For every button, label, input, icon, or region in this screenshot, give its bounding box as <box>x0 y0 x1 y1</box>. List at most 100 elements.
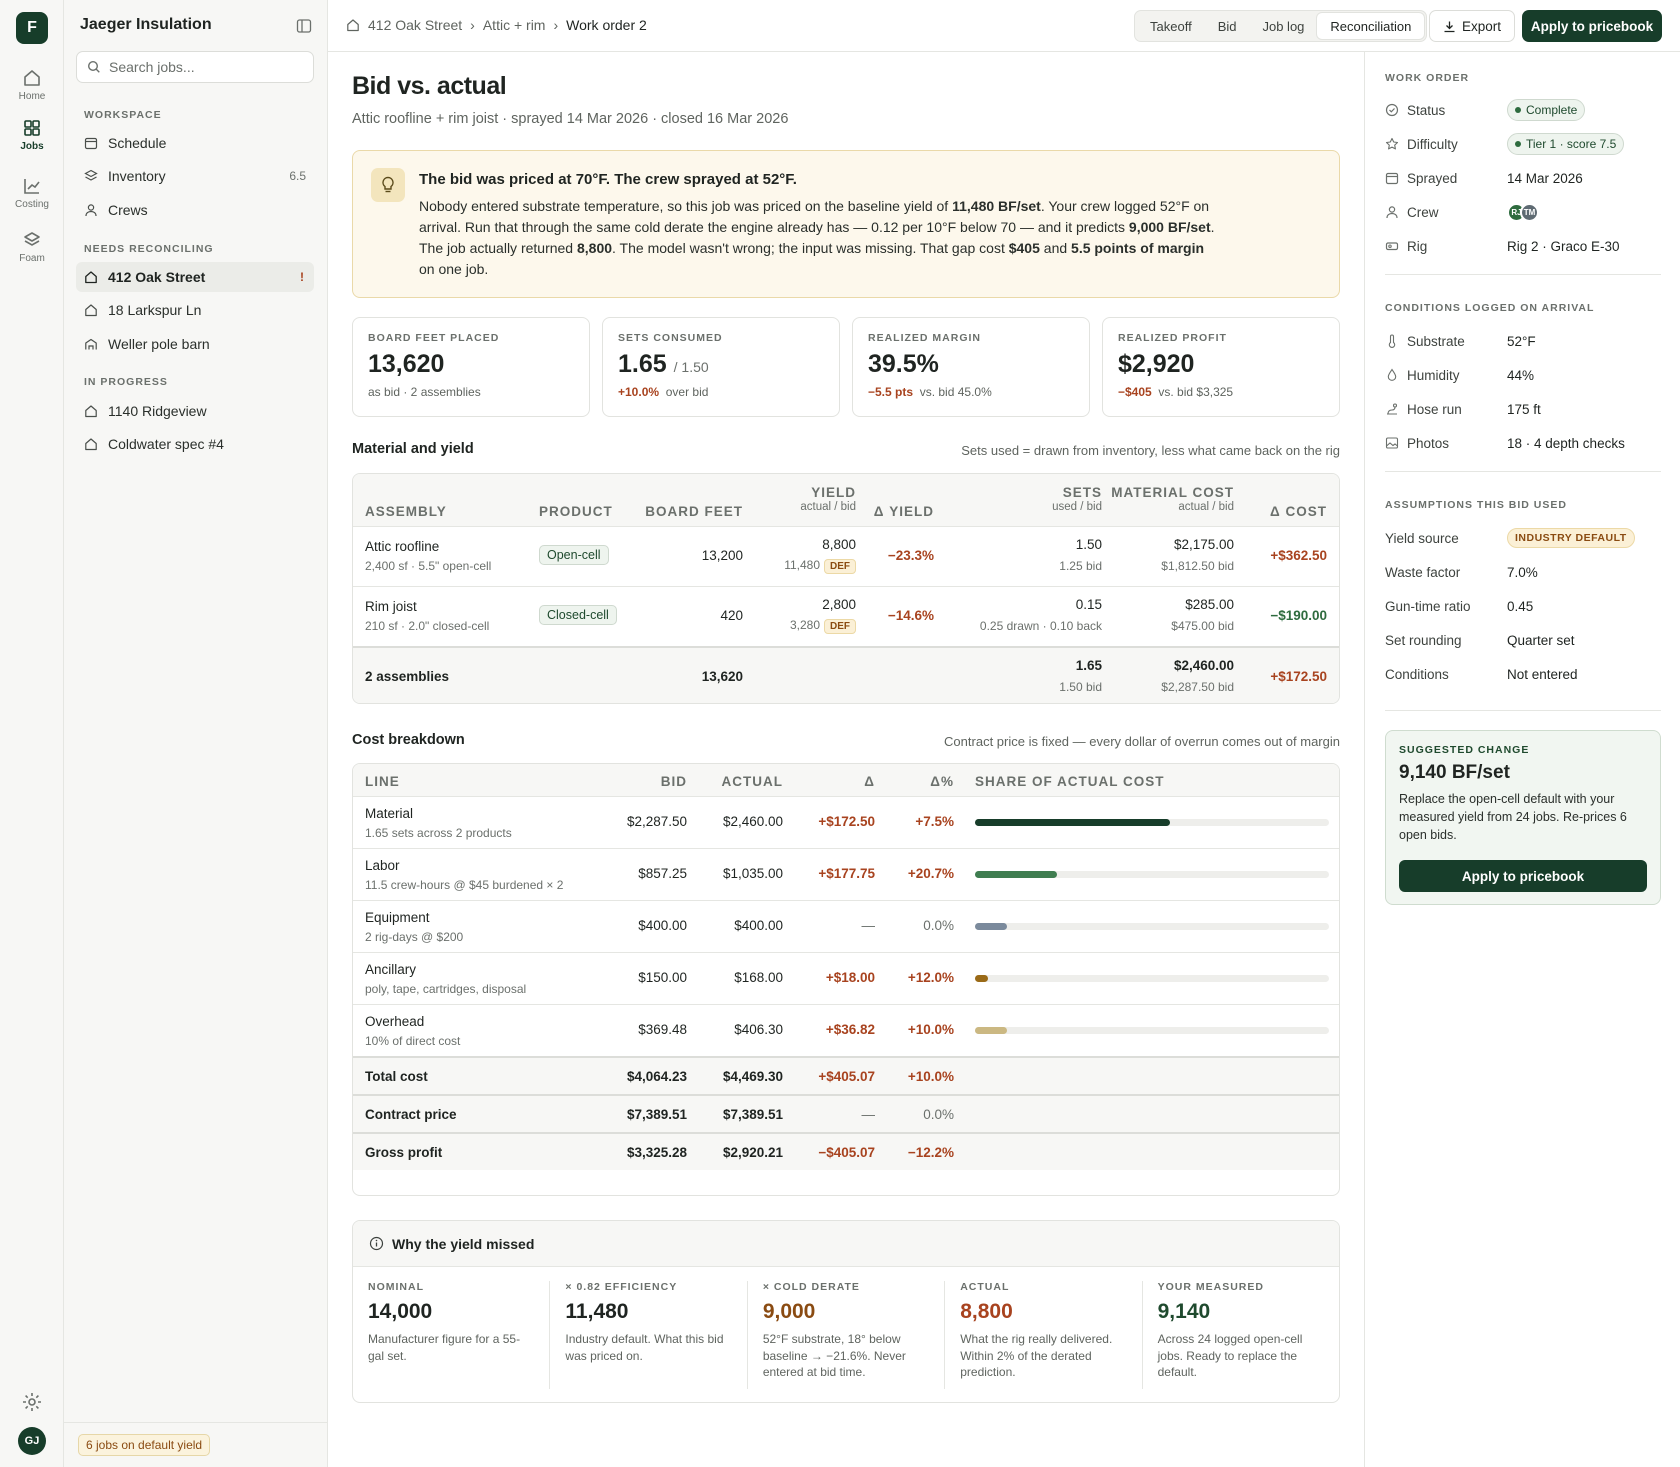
breadcrumb-scope[interactable]: Attic + rim <box>483 17 546 33</box>
table-row[interactable]: Labor 11.5 crew-hours @ $45 burdened × 2 $… <box>353 848 1339 900</box>
kpi-delta: +10.0% <box>618 385 660 399</box>
yield-bid: 3,280 <box>789 618 820 632</box>
waste-value: 7.0% <box>1507 564 1538 580</box>
sidebar-item-weller-pole-barn[interactable]: Weller pole barn <box>76 329 314 359</box>
chevron-right-icon: › <box>553 17 559 33</box>
actual-value: $400.00 <box>734 918 783 933</box>
sidebar-item-label: Schedule <box>108 135 167 151</box>
actual-value: $168.00 <box>734 970 783 985</box>
material-table: ASSEMBLY PRODUCT BOARD FEET YIELD actual… <box>352 473 1340 704</box>
hose-icon <box>1387 403 1398 415</box>
rail-jobs[interactable]: Jobs <box>0 118 64 152</box>
divider <box>1385 471 1661 472</box>
assembly-name: Rim joist <box>365 599 417 614</box>
yield-source-key: Yield source <box>1385 530 1459 546</box>
conditions-key: Conditions <box>1385 666 1449 682</box>
total-delta: +$405.07 <box>818 1069 875 1084</box>
table-row[interactable]: Rim joist 210 sf · 2.0" closed-cell Clos… <box>353 586 1339 646</box>
sidebar-item-label: 412 Oak Street <box>108 269 206 285</box>
yield-step-desc: Industry default. What this bid was pric… <box>565 1332 724 1363</box>
yield-step-label: × 0.82 EFFICIENCY <box>565 1281 678 1293</box>
inventory-count: 6.5 <box>289 169 306 183</box>
total-actual: $4,469.30 <box>722 1069 783 1084</box>
rail-costing-label: Costing <box>15 199 49 210</box>
col-actual: ACTUAL <box>721 774 783 789</box>
suggested-change-value: 9,140 BF/set <box>1399 762 1510 783</box>
export-button[interactable]: Export <box>1429 10 1515 42</box>
yield-waterfall: Why the yield missed NOMINAL 14,000 Manufa… <box>352 1220 1340 1403</box>
sidebar-item-schedule[interactable]: Schedule <box>76 128 314 158</box>
sets-used: 0.15 <box>1075 597 1102 612</box>
cost-table: LINE BID ACTUAL Δ Δ% SHARE OF ACTUAL COS… <box>352 763 1340 1196</box>
yield-step-label: ACTUAL <box>960 1281 1010 1293</box>
total-pct: +10.0% <box>907 1069 954 1084</box>
search-box[interactable] <box>76 51 314 83</box>
breadcrumb-current: Work order 2 <box>566 17 647 33</box>
in-progress-section-label: IN PROGRESS <box>84 376 168 388</box>
sidebar-item-18-larkspur[interactable]: 18 Larkspur Ln <box>76 295 314 325</box>
table-row[interactable]: Equipment 2 rig-days @ $200 $400.00 $400.00… <box>353 900 1339 952</box>
tab-bid[interactable]: Bid <box>1205 13 1250 39</box>
callout-text: . The model wasn't wrong; the input was … <box>612 240 1009 256</box>
sidebar-item-412-oak-street[interactable]: 412 Oak Street ! <box>76 262 314 292</box>
yield-waterfall-header: Why the yield missed <box>353 1221 1339 1267</box>
table-row[interactable]: Attic roofline 2,400 sf · 5.5" open-cell… <box>353 526 1339 586</box>
line-name: Ancillary <box>365 962 417 977</box>
yield-step-value: 14,000 <box>368 1300 433 1323</box>
kpi-sub: vs. bid 45.0% <box>919 385 992 399</box>
default-yield-badge[interactable]: 6 jobs on default yield <box>78 1434 211 1456</box>
table-row[interactable]: Material 1.65 sets across 2 products $2,28… <box>353 796 1339 848</box>
sidebar-item-1140-ridgeview[interactable]: 1140 Ridgeview <box>76 396 314 426</box>
person-icon <box>1386 206 1398 219</box>
user-avatar[interactable]: GJ <box>18 1427 46 1455</box>
kpi-delta: −5.5 pts <box>868 385 914 399</box>
image-icon <box>1385 437 1399 449</box>
breadcrumb-job[interactable]: 412 Oak Street <box>368 17 462 33</box>
share-bar-fill <box>975 819 1170 826</box>
collapse-sidebar-icon[interactable] <box>296 18 312 34</box>
house-icon <box>347 19 359 32</box>
waste-key: Waste factor <box>1385 564 1461 580</box>
tab-takeoff[interactable]: Takeoff <box>1137 13 1205 39</box>
yield-step-value: 9,000 <box>762 1300 816 1323</box>
assembly-detail: 2,400 sf · 5.5" open-cell <box>365 559 492 573</box>
yield-step-desc: What the rig really delivered. Within 2%… <box>960 1332 1113 1379</box>
share-bar-fill <box>975 1027 1008 1034</box>
col-sets: SETS <box>1062 485 1102 500</box>
table-row[interactable]: Ancillary poly, tape, cartridges, disposa… <box>353 952 1339 1004</box>
delta-pct: 0.0% <box>923 918 954 933</box>
delta-pct: +20.7% <box>907 866 954 881</box>
photos-value: 18 · 4 depth checks <box>1507 435 1625 451</box>
apply-to-pricebook-button[interactable]: Apply to pricebook <box>1522 10 1662 42</box>
difficulty-key: Difficulty <box>1407 136 1458 152</box>
tab-job-log[interactable]: Job log <box>1249 13 1317 39</box>
rail-home-label: Home <box>18 91 46 102</box>
rail-home[interactable]: Home <box>0 68 64 102</box>
sidebar-item-crews[interactable]: Crews <box>76 195 314 225</box>
yield-bid: 11,480 <box>784 558 820 572</box>
delta-pct: +7.5% <box>915 814 954 829</box>
table-row[interactable]: Overhead 10% of direct cost $369.48 $406.30… <box>353 1004 1339 1056</box>
total-sets-used: 1.65 <box>1075 658 1102 673</box>
foam-icon <box>24 232 40 246</box>
app-logo[interactable]: F <box>16 12 48 44</box>
rail-costing[interactable]: Costing <box>0 176 64 210</box>
search-input[interactable] <box>109 59 299 75</box>
callout-text: Nobody entered substrate temperature, so… <box>419 198 953 214</box>
photos-row[interactable]: Photos 18 · 4 depth checks <box>1385 432 1661 454</box>
crew-avatar[interactable]: TM <box>1520 202 1539 222</box>
col-product: PRODUCT <box>539 504 613 519</box>
settings-gear-icon[interactable] <box>20 1390 44 1414</box>
photos-key: Photos <box>1407 435 1450 451</box>
rail-foam[interactable]: Foam <box>0 230 64 264</box>
yield-step-value: 8,800 <box>960 1300 1013 1323</box>
tab-reconciliation[interactable]: Reconciliation <box>1317 13 1425 39</box>
sidebar-item-inventory[interactable]: Inventory 6.5 <box>76 161 314 191</box>
col-share: SHARE OF ACTUAL COST <box>975 774 1165 789</box>
callout-text: on one job. <box>419 261 489 277</box>
sidebar-item-coldwater-spec[interactable]: Coldwater spec #4 <box>76 429 314 459</box>
total-delta: −$405.07 <box>818 1145 875 1160</box>
delta-cost: +$362.50 <box>1270 548 1327 563</box>
apply-suggestion-button[interactable]: Apply to pricebook <box>1399 860 1647 892</box>
callout-emphasis: 5.5 points of margin <box>1071 240 1205 256</box>
